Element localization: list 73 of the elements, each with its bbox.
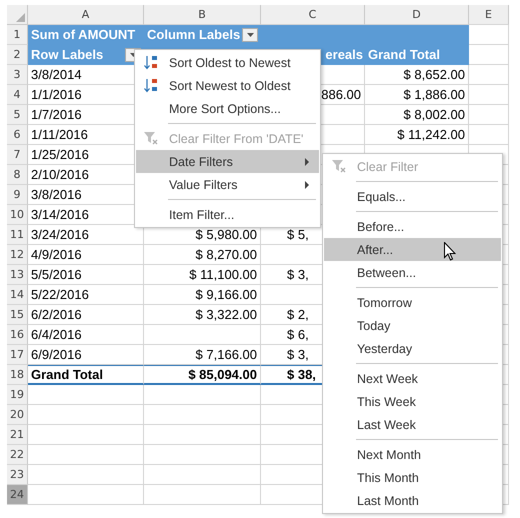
column-header[interactable]: A <box>28 5 144 25</box>
row-header[interactable]: 14 <box>7 285 28 305</box>
table-cell <box>469 105 509 125</box>
column-header[interactable]: D <box>365 5 469 25</box>
row-header[interactable]: 17 <box>7 345 28 365</box>
filter-dropdown-button[interactable] <box>242 28 258 42</box>
row-header[interactable]: 6 <box>7 125 28 145</box>
row-header[interactable]: 2 <box>7 45 28 65</box>
table-cell: $ 1,886.00 <box>365 85 469 105</box>
row-header[interactable]: 10 <box>7 205 28 225</box>
table-cell <box>469 25 509 45</box>
row-header[interactable]: 8 <box>7 165 28 185</box>
header-cell: Sum of AMOUNT <box>28 25 144 45</box>
caret-icon <box>246 33 254 37</box>
row-header[interactable]: 16 <box>7 325 28 345</box>
table-cell <box>469 125 509 145</box>
menu-item[interactable]: This Week <box>324 390 501 413</box>
row-header[interactable]: 3 <box>7 65 28 85</box>
row-header[interactable]: 19 <box>7 385 28 405</box>
table-cell: $ 11,242.00 <box>365 125 469 145</box>
menu-item[interactable]: Last Month <box>324 489 501 512</box>
table-cell: 5/5/2016 <box>28 265 144 285</box>
header-cell: Column Labels <box>144 25 261 45</box>
row-header[interactable]: 4 <box>7 85 28 105</box>
table-cell: 3/24/2016 <box>28 225 144 245</box>
column-header[interactable]: C <box>261 5 365 25</box>
row-header[interactable]: 9 <box>7 185 28 205</box>
table-cell: $ 8,652.00 <box>365 65 469 85</box>
row-header[interactable]: 5 <box>7 105 28 125</box>
row-header[interactable]: 7 <box>7 145 28 165</box>
table-cell: $ 85,094.00 <box>144 365 261 385</box>
row-header[interactable]: 11 <box>7 225 28 245</box>
table-cell: 5/22/2016 <box>28 285 144 305</box>
row-header[interactable]: 23 <box>7 465 28 485</box>
header-cell: Grand Total <box>365 45 469 65</box>
table-cell: 6/2/2016 <box>28 305 144 325</box>
column-header[interactable]: B <box>144 5 261 25</box>
table-cell: 6/4/2016 <box>28 325 144 345</box>
menu-item[interactable]: After... <box>324 238 501 261</box>
table-cell <box>469 65 509 85</box>
menu-item[interactable]: Date Filters <box>136 150 319 173</box>
menu-item[interactable]: This Month <box>324 466 501 489</box>
table-cell: Grand Total <box>28 365 144 385</box>
table-cell: $ 9,166.00 <box>144 285 261 305</box>
row-header[interactable]: 15 <box>7 305 28 325</box>
clear-filter-icon <box>143 131 159 146</box>
header-cell: Row Labels <box>28 45 144 65</box>
row-header[interactable]: 13 <box>7 265 28 285</box>
row-header[interactable]: 20 <box>7 405 28 425</box>
corner-triangle-icon <box>16 13 25 22</box>
row-header[interactable]: 12 <box>7 245 28 265</box>
table-cell: $ 8,270.00 <box>144 245 261 265</box>
mouse-pointer-icon <box>444 242 456 261</box>
table-cell: 4/9/2016 <box>28 245 144 265</box>
menu-item[interactable]: Equals... <box>324 185 501 208</box>
table-cell: $ 8,002.00 <box>365 105 469 125</box>
table-cell: 6/9/2016 <box>28 345 144 365</box>
row-header[interactable]: 24 <box>7 485 28 505</box>
menu-item[interactable]: Next Month <box>324 443 501 466</box>
row-header[interactable]: 21 <box>7 425 28 445</box>
row-header[interactable]: 18 <box>7 365 28 385</box>
table-cell <box>469 45 509 65</box>
row-header[interactable]: 22 <box>7 445 28 465</box>
table-cell: $ 11,100.00 <box>144 265 261 285</box>
table-cell: $ 3,322.00 <box>144 305 261 325</box>
column-header[interactable]: E <box>469 5 509 25</box>
sort-ascending-icon <box>143 55 159 70</box>
sort-descending-icon <box>143 78 159 93</box>
row-header[interactable]: 1 <box>7 25 28 45</box>
table-cell: $ 7,166.00 <box>144 345 261 365</box>
table-cell <box>469 85 509 105</box>
clear-filter-icon <box>331 159 347 174</box>
menu-item[interactable]: Last Week <box>324 413 501 436</box>
